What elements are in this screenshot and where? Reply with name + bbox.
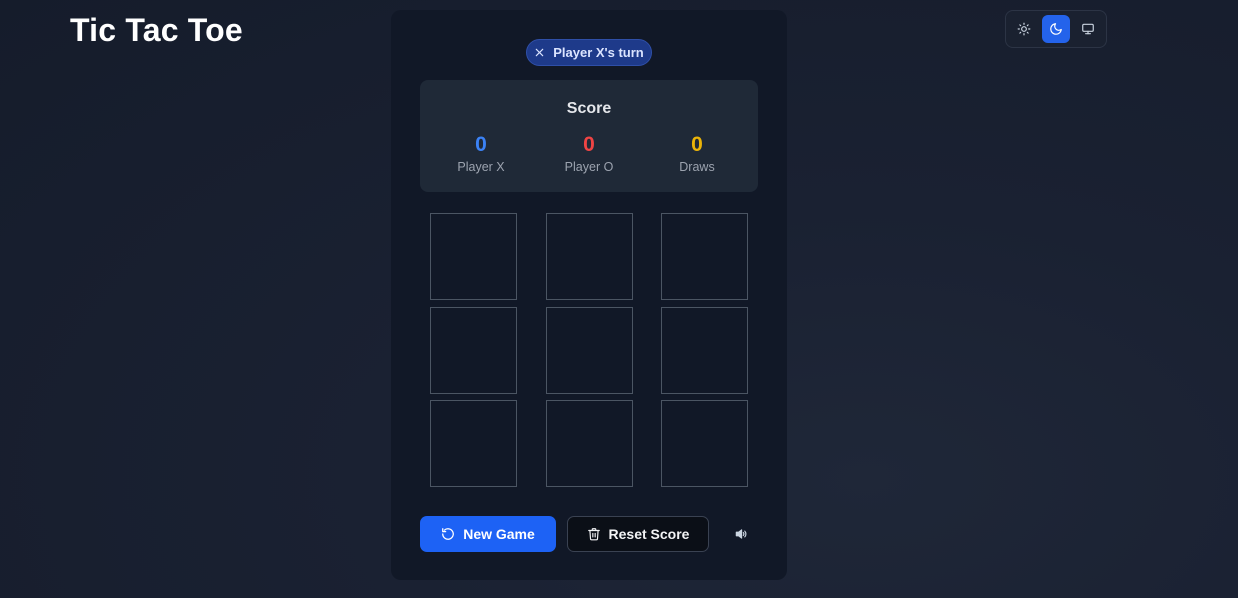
score-title: Score (566, 100, 612, 117)
theme-switcher (1005, 10, 1107, 48)
score-panel: Score 0 Player X 0 Player O 0 Draws (420, 80, 758, 192)
theme-dark-button[interactable] (1042, 15, 1070, 43)
game-card: Player X's turn Score 0 Player X 0 Playe… (391, 10, 787, 580)
sound-toggle-button[interactable] (733, 527, 749, 541)
board-cell-5[interactable] (546, 307, 633, 394)
monitor-icon (1082, 23, 1094, 35)
score-player-x-label: Player X (457, 160, 505, 174)
score-player-x-value: 0 (475, 133, 487, 156)
board-cell-7[interactable] (430, 400, 517, 487)
new-game-button[interactable]: New Game (420, 516, 556, 552)
theme-system-button[interactable] (1074, 15, 1102, 43)
reset-score-button[interactable]: Reset Score (567, 516, 709, 552)
board-cell-2[interactable] (546, 213, 633, 300)
speaker-icon (735, 529, 747, 539)
board-cell-6[interactable] (661, 307, 748, 394)
sun-icon (1017, 22, 1031, 36)
score-player-o: 0 Player O (539, 132, 639, 174)
x-icon (535, 48, 544, 57)
score-player-o-value: 0 (583, 133, 595, 156)
rotate-ccw-icon (442, 528, 455, 540)
score-player-o-label: Player O (564, 160, 614, 174)
board-cell-4[interactable] (430, 307, 517, 394)
new-game-label: New Game (463, 526, 535, 542)
reset-score-label: Reset Score (608, 526, 690, 542)
turn-label: Player X's turn (553, 45, 644, 60)
score-draws-value: 0 (691, 133, 703, 156)
score-draws-label: Draws (679, 160, 715, 174)
board-cell-9[interactable] (661, 400, 748, 487)
board-cell-1[interactable] (430, 213, 517, 300)
board-cell-3[interactable] (661, 213, 748, 300)
score-player-x: 0 Player X (431, 132, 531, 174)
trash-icon (587, 528, 600, 541)
turn-indicator: Player X's turn (526, 39, 652, 66)
theme-light-button[interactable] (1010, 15, 1038, 43)
app-title: Tic Tac Toe (70, 12, 243, 48)
score-draws: 0 Draws (647, 132, 747, 174)
board-cell-8[interactable] (546, 400, 633, 487)
moon-icon (1050, 23, 1062, 35)
